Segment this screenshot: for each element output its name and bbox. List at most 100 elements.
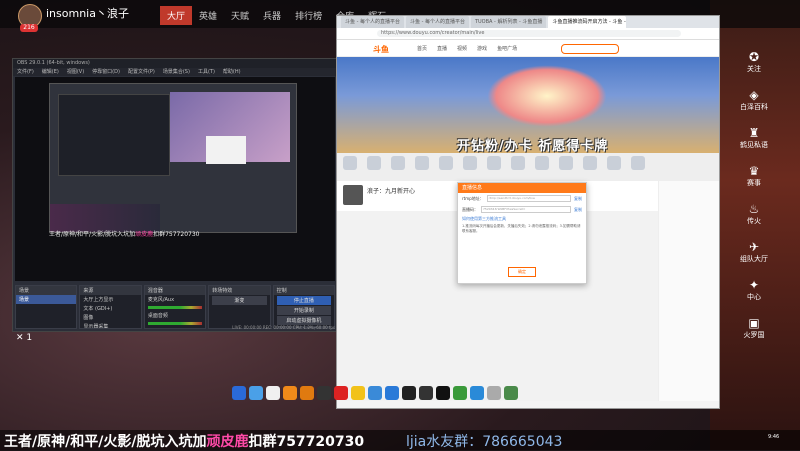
category-icon[interactable] <box>559 156 573 170</box>
obs-menu-item[interactable]: 配置文件(P) <box>128 68 155 76</box>
right-menu-label: 中心 <box>747 293 761 301</box>
sources-title: 来源 <box>80 286 141 295</box>
category-icon[interactable] <box>631 156 645 170</box>
right-menu-item[interactable]: ✦ 中心 <box>716 278 792 316</box>
modal-note: 1.推流码每次开播后会更新，关播后失效；2.请勿泄露推流码；3.如需帮助请联系客… <box>462 224 581 233</box>
site-link[interactable]: 游戏 <box>477 45 487 52</box>
obs-docks: 场景 场景 来源 大厅上方显示 文本 (GDI+) 图像 显示器采集 混音器 麦克风/… <box>15 285 336 329</box>
qq-icon[interactable] <box>436 386 450 400</box>
app-green-icon[interactable] <box>453 386 467 400</box>
source-item[interactable]: 文本 (GDI+) <box>80 304 140 313</box>
modal-help-link[interactable]: 如何使用第三方推流工具 <box>458 215 586 223</box>
right-menu-label: 火罗国 <box>743 331 765 339</box>
rtmp-field[interactable]: rtmp://sendtc3.douyu.com/live <box>486 195 571 202</box>
site-search-input[interactable] <box>561 44 619 54</box>
site-link[interactable]: 首页 <box>417 45 427 52</box>
site-link[interactable]: 视频 <box>457 45 467 52</box>
browser-tab[interactable]: 斗鱼 - 每个人的直播平台 <box>341 16 404 28</box>
bottom-banner-right: ljia水友群：786665043 <box>406 434 563 450</box>
site-link[interactable]: 直播 <box>437 45 447 52</box>
transitions-title: 转场特效 <box>209 286 270 295</box>
category-icon[interactable] <box>391 156 405 170</box>
site-link[interactable]: 鱼吧广场 <box>497 45 517 52</box>
rtmp-copy-button[interactable]: 复制 <box>574 196 582 202</box>
top-tab[interactable]: 兵器 <box>256 6 288 25</box>
top-tab[interactable]: 排行榜 <box>288 6 329 25</box>
app-green2-icon[interactable] <box>504 386 518 400</box>
category-icon[interactable] <box>463 156 477 170</box>
right-menu-item[interactable]: ▣ 火罗国 <box>716 316 792 354</box>
confirm-button[interactable]: 确定 <box>508 267 536 277</box>
browser-window[interactable]: 斗鱼 - 每个人的直播平台 斗鱼 - 每个人的直播平台 TUOBA - 解析列表 -… <box>336 15 720 409</box>
obs-preview[interactable]: 王者/原神/和平/火影/脱坑入坑加顽皮鹿扣群757720730 <box>15 77 335 281</box>
right-menu-item[interactable]: ♜ 鹤见私语 <box>716 126 792 164</box>
obs-menu-item[interactable]: 帮助(H) <box>223 68 241 76</box>
mixer-mic-meter[interactable] <box>147 306 203 309</box>
right-menu-item[interactable]: ♨ 传火 <box>716 202 792 240</box>
sources-dock: 来源 大厅上方显示 文本 (GDI+) 图像 显示器采集 <box>79 285 142 329</box>
top-tab[interactable]: 大厅 <box>160 6 193 25</box>
key-copy-button[interactable]: 复制 <box>574 207 582 213</box>
room-avatar[interactable] <box>343 185 363 205</box>
browser-tabs: 斗鱼 - 每个人的直播平台 斗鱼 - 每个人的直播平台 TUOBA - 解析列表 -… <box>337 16 719 28</box>
top-tab[interactable]: 英雄 <box>192 6 224 25</box>
url-input[interactable]: https://www.douyu.com/creator/main/live <box>377 30 681 37</box>
app-red-icon[interactable] <box>334 386 348 400</box>
right-menu-item[interactable]: ✈ 组队大厅 <box>716 240 792 278</box>
rocket-icon[interactable] <box>249 386 263 400</box>
control-button[interactable]: 启动虚拟摄像机 <box>276 316 332 325</box>
k-icon[interactable] <box>385 386 399 400</box>
browser-tab[interactable]: 斗鱼直播推流码开启方法 - 斗鱼 - 每个人的直播平台 <box>548 16 627 28</box>
mixer-mic-label: 麦克风/Aux <box>147 297 175 303</box>
obs-status-bar: LIVE: 00:00:00 REC: 00:00:00 CPU: 1.2%, … <box>232 325 335 330</box>
key-field[interactable]: 7520343rWzBFlI?wsSecret= <box>481 206 571 213</box>
browser-tab[interactable]: 斗鱼 - 每个人的直播平台 <box>405 16 469 28</box>
bottom-banner-text: 王者/原神/和平/火影/脱坑入坑加顽皮鹿扣群757720730 <box>4 431 364 451</box>
app-orange-icon[interactable] <box>283 386 297 400</box>
edge-icon[interactable] <box>470 386 484 400</box>
right-menu-item[interactable]: ♛ 赛事 <box>716 164 792 202</box>
app-orange2-icon[interactable] <box>300 386 314 400</box>
category-icon[interactable] <box>415 156 429 170</box>
level-badge: 216 <box>20 24 38 32</box>
browser-tab[interactable]: TUOBA - 解析列表 - 斗鱼直播 <box>470 16 547 28</box>
category-icon[interactable] <box>607 156 621 170</box>
app-blue-icon[interactable] <box>368 386 382 400</box>
clock-icon[interactable] <box>317 386 331 400</box>
control-button[interactable]: 停止直播 <box>276 296 332 305</box>
category-icon[interactable] <box>511 156 525 170</box>
app-black-icon[interactable] <box>402 386 416 400</box>
source-item[interactable]: 大厅上方显示 <box>80 295 140 304</box>
obs-window[interactable]: OBS 29.0.1 (64-bit, windows) 文件(F) 编辑(E) 视… <box>12 58 338 332</box>
obs-menu-item[interactable]: 工具(T) <box>198 68 215 76</box>
app-yellow-icon[interactable] <box>351 386 365 400</box>
obs-menu-item[interactable]: 编辑(E) <box>42 68 59 76</box>
transition-select[interactable]: 渐变 <box>212 296 267 305</box>
control-button[interactable]: 开始录制 <box>276 306 332 315</box>
category-icon[interactable] <box>343 156 357 170</box>
obs-menu-item[interactable]: 视图(V) <box>67 68 84 76</box>
obs-title: OBS 29.0.1 (64-bit, windows) <box>13 59 337 68</box>
obs-icon[interactable] <box>419 386 433 400</box>
preview-caption-text: 王者/原神/和平/火影/脱坑入坑加 <box>49 231 136 238</box>
category-icon[interactable] <box>367 156 381 170</box>
obs-menu-item[interactable]: 停靠窗口(D) <box>92 68 120 76</box>
key-label: 直播码： <box>462 206 478 212</box>
help-link-text[interactable]: 如何使用第三方推流工具 <box>462 216 506 221</box>
top-tab[interactable]: 天赋 <box>224 6 256 25</box>
taskview-icon[interactable] <box>232 386 246 400</box>
category-icon[interactable] <box>583 156 597 170</box>
calendar-icon[interactable] <box>266 386 280 400</box>
promo-banner[interactable]: 开钻粉/办卡 祈愿得卡牌 <box>337 57 719 153</box>
category-icon[interactable] <box>535 156 549 170</box>
obs-menu-item[interactable]: 场景集合(S) <box>163 68 190 76</box>
right-menu-item[interactable]: ◈ 白泽百科 <box>716 88 792 126</box>
obs-menu-item[interactable]: 文件(F) <box>17 68 34 76</box>
site-logo[interactable]: 斗鱼 <box>373 44 389 55</box>
scene-item[interactable]: 场景 <box>16 295 77 304</box>
right-menu-item[interactable]: ✪ 关注 <box>716 50 792 88</box>
category-icon[interactable] <box>487 156 501 170</box>
category-icon[interactable] <box>439 156 453 170</box>
source-item[interactable]: 图像 <box>80 313 140 322</box>
app-grey-icon[interactable] <box>487 386 501 400</box>
